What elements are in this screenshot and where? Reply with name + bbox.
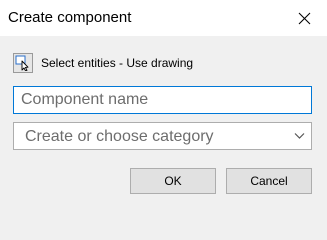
category-select-value: Create or choose category xyxy=(25,128,214,145)
close-button[interactable] xyxy=(287,2,321,34)
dialog-title: Create component xyxy=(8,9,132,26)
component-name-input[interactable] xyxy=(13,86,312,114)
select-entities-label: Select entities - Use drawing xyxy=(41,56,194,70)
create-component-dialog: Create component Select entities - Use d… xyxy=(0,0,327,205)
category-select[interactable]: Create or choose category xyxy=(13,122,312,150)
cancel-button[interactable]: Cancel xyxy=(226,168,312,194)
select-entities-icon xyxy=(15,55,29,71)
select-entities-row: Select entities - Use drawing xyxy=(13,52,193,74)
chevron-down-icon xyxy=(294,133,305,139)
ok-button[interactable]: OK xyxy=(130,168,216,194)
select-entities-button[interactable] xyxy=(13,53,33,73)
title-bar: Create component xyxy=(0,0,327,36)
close-icon xyxy=(298,12,310,24)
